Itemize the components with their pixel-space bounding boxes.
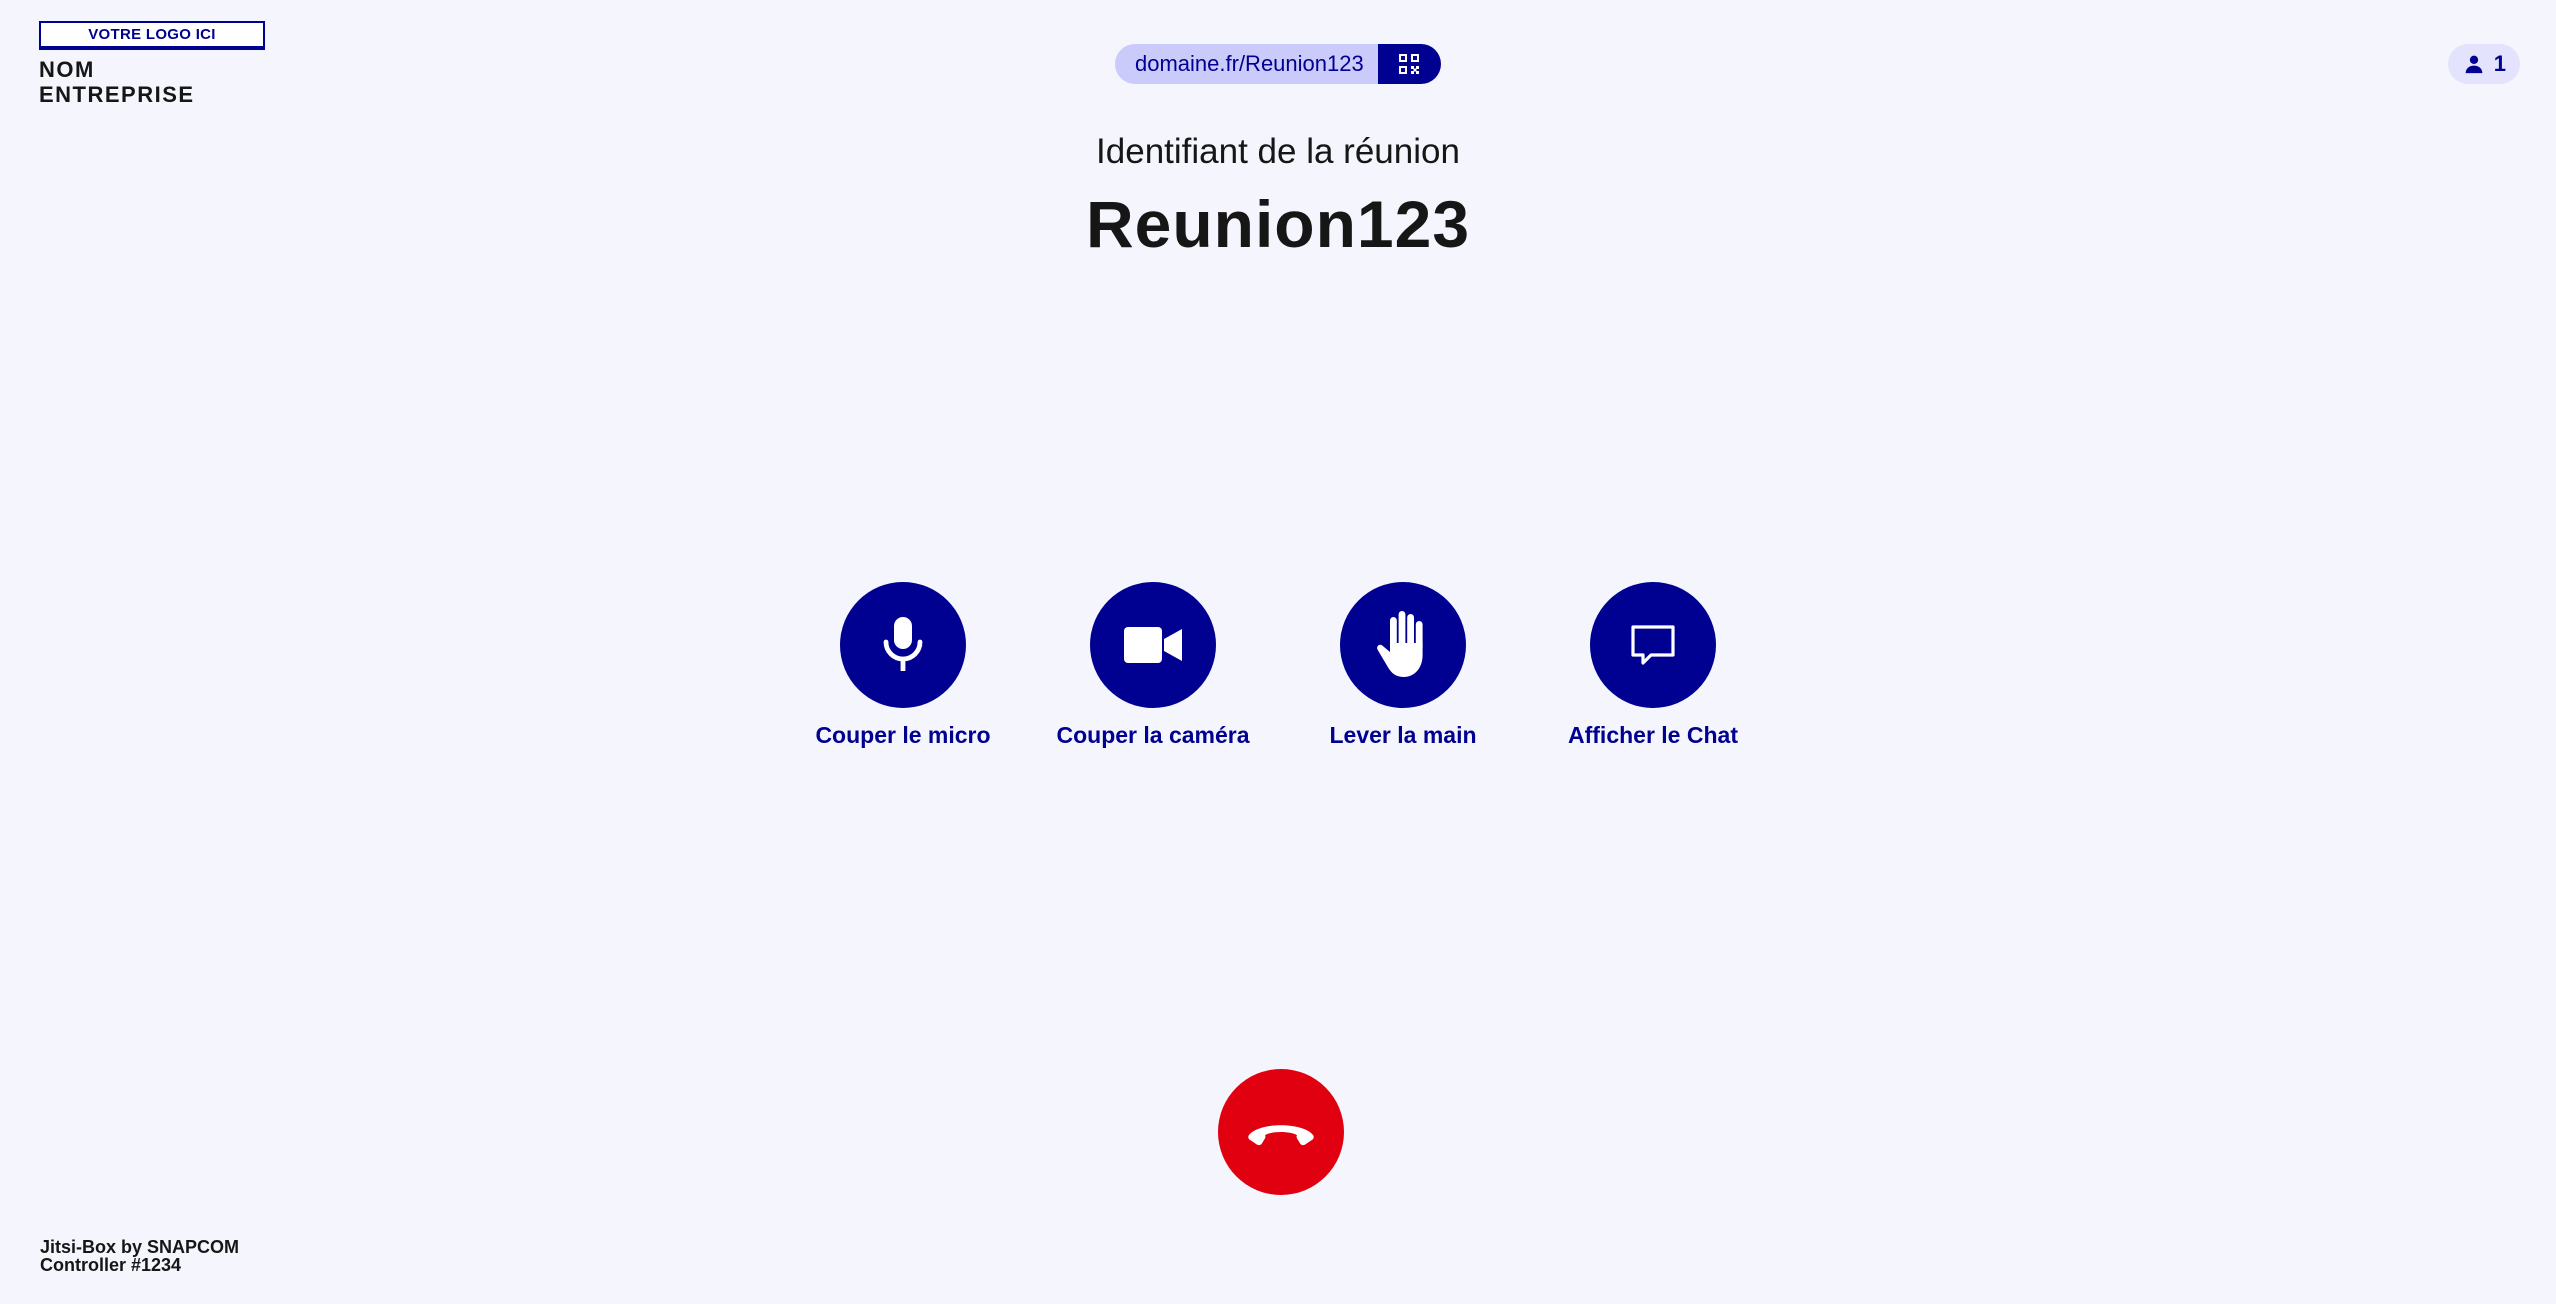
mute-microphone-label: Couper le micro (815, 722, 991, 748)
footer-credits: Jitsi-Box by SNAPCOM Controller #1234 (40, 1238, 239, 1274)
video-camera-icon (1124, 627, 1182, 663)
participants-button[interactable]: 1 (2447, 44, 2520, 84)
mute-microphone-circle[interactable] (840, 582, 966, 708)
meeting-url: domaine.fr/Reunion123 (1115, 44, 1378, 84)
raise-hand-button[interactable]: Lever la main (1303, 582, 1503, 749)
microphone-icon (883, 617, 923, 671)
company-name-line1: NOM (39, 57, 95, 82)
raise-hand-circle[interactable] (1340, 582, 1466, 708)
logo-text: VOTRE LOGO ICI (88, 26, 216, 43)
show-chat-circle[interactable] (1590, 582, 1716, 708)
hang-up-phone-icon (1248, 1125, 1314, 1146)
meeting-id: Reunion123 (1085, 187, 1471, 261)
show-chat-label: Afficher le Chat (1568, 722, 1738, 748)
controls-bar: Couper le micro Couper la caméra Lever l… (0, 582, 2556, 749)
raise-hand-label: Lever la main (1329, 722, 1477, 748)
raise-hand-icon (1377, 611, 1423, 677)
stop-camera-circle[interactable] (1090, 582, 1216, 708)
stop-camera-button[interactable]: Couper la caméra (1053, 582, 1253, 749)
person-icon (2465, 55, 2483, 74)
company-logo: VOTRE LOGO ICI (39, 21, 265, 50)
stop-camera-label: Couper la caméra (1056, 722, 1250, 748)
brand: VOTRE LOGO ICI NOM ENTREPRISE (39, 21, 265, 107)
show-chat-button[interactable]: Afficher le Chat (1553, 582, 1753, 749)
qr-code-button[interactable] (1377, 44, 1441, 84)
meeting-url-pill: domaine.fr/Reunion123 (1115, 44, 1441, 84)
participant-count: 1 (2493, 51, 2506, 76)
mute-microphone-button[interactable]: Couper le micro (803, 582, 1003, 749)
company-name: NOM ENTREPRISE (39, 57, 265, 107)
meeting-id-label: Identifiant de la réunion (1096, 132, 1460, 171)
chat-bubble-icon (1631, 625, 1675, 665)
hang-up-button[interactable] (1218, 1069, 1344, 1195)
company-name-line2: ENTREPRISE (39, 82, 195, 107)
qr-code-icon (1399, 54, 1420, 74)
footer-controller-id: Controller #1234 (40, 1255, 182, 1275)
footer-product: Jitsi-Box by SNAPCOM (40, 1237, 240, 1257)
